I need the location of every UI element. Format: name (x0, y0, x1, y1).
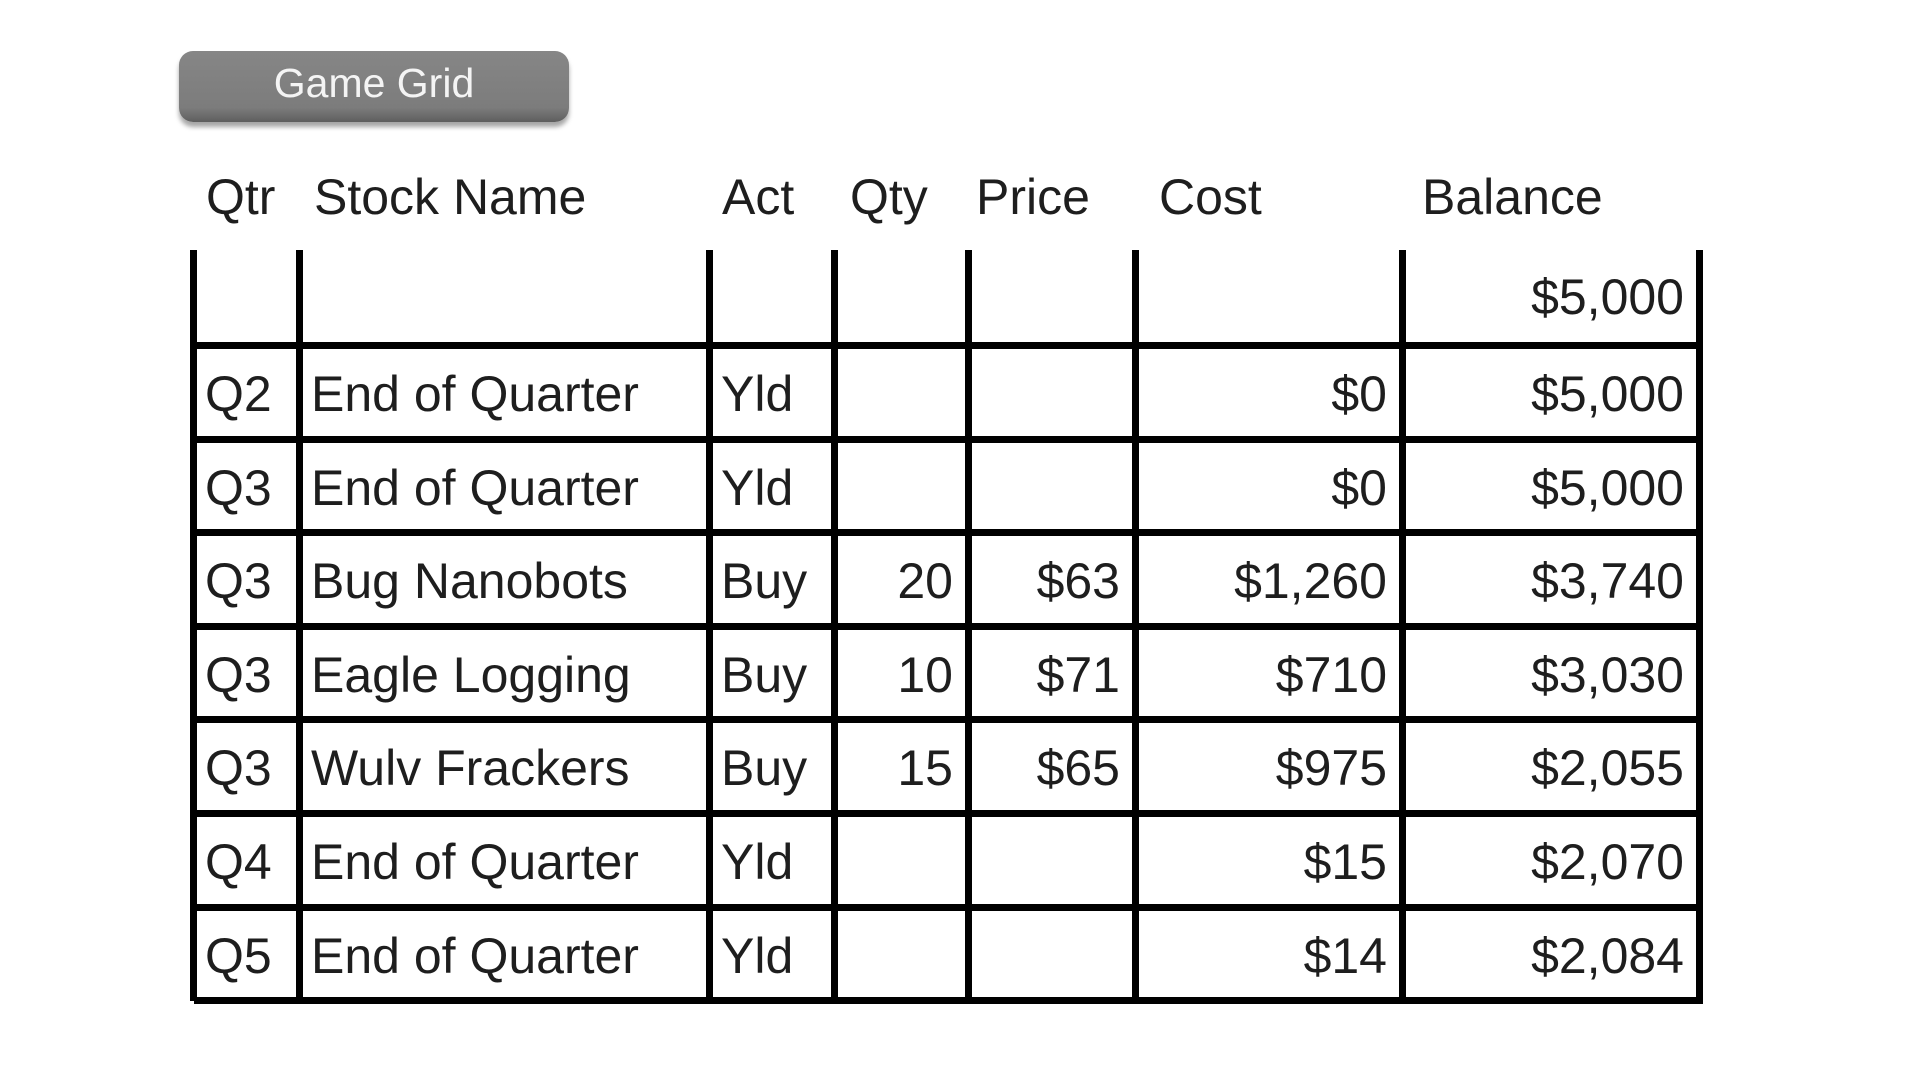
table-row: Q5 End of Quarter Yld $14 $2,084 (190, 250, 1703, 1001)
cell-qtr: Q5 (205, 928, 272, 984)
game-grid-button[interactable]: Game Grid (179, 51, 569, 122)
header-qtr: Qtr (206, 169, 276, 225)
header-balance: Balance (1422, 169, 1603, 225)
header-cost: Cost (1159, 169, 1262, 225)
cell-cost: $14 (1303, 928, 1387, 984)
header-stock-name: Stock Name (314, 169, 587, 225)
game-grid-table: $5,000 Q2 End of Quarter Yld $0 $5,000 Q3 End o… (190, 250, 1703, 1004)
cell-balance: $2,084 (1531, 928, 1684, 984)
header-qty: Qty (850, 169, 928, 225)
cell-price (972, 913, 1120, 999)
header-act: Act (722, 169, 795, 225)
header-price: Price (976, 169, 1090, 225)
cell-stock: End of Quarter (311, 928, 639, 984)
cell-qty (838, 913, 953, 999)
cell-act: Yld (721, 928, 794, 984)
